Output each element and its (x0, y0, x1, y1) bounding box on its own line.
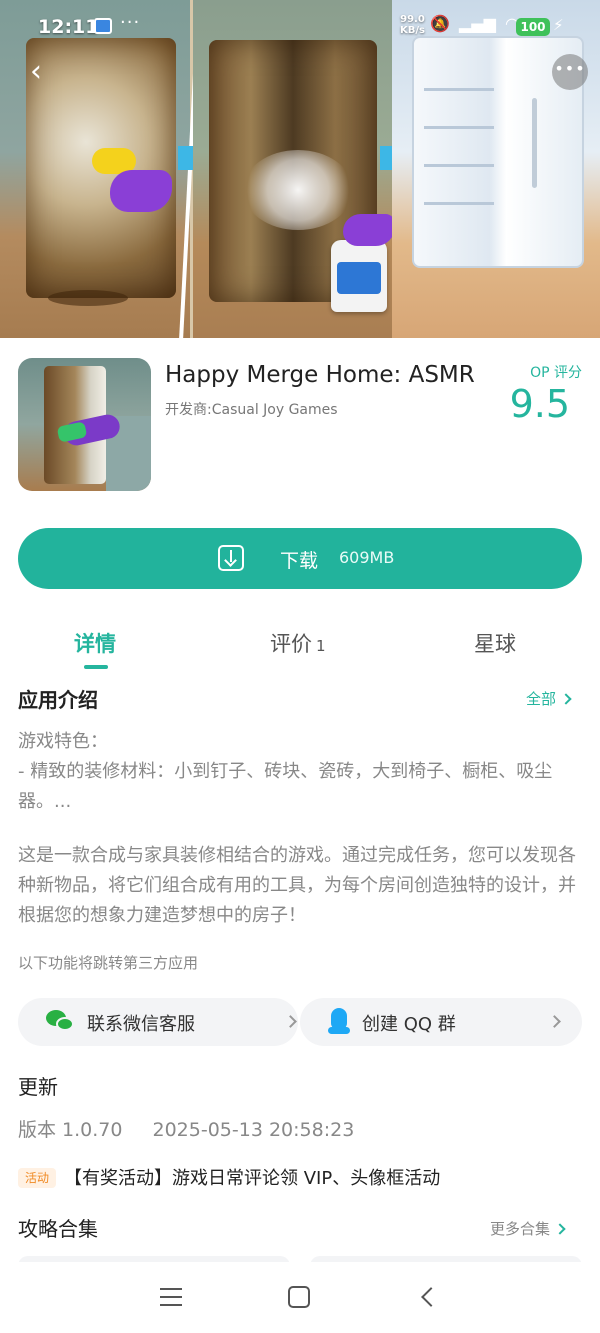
app-detail-page: 12:11 ··· 99.0 KB/s 🔕 ▂▄▆ ◠ 100 ⚡ ‹ ••• … (0, 0, 600, 1333)
download-icon (218, 545, 244, 571)
status-more-dots: ··· (120, 12, 141, 33)
tab-planet[interactable]: 星球 (474, 628, 516, 658)
download-button[interactable]: 下载 609MB (18, 528, 582, 589)
tab-active-indicator (84, 665, 108, 669)
tab-planet-label: 星球 (474, 632, 516, 656)
glove-icon (110, 170, 172, 212)
app-icon (18, 358, 151, 491)
system-back-button[interactable] (421, 1287, 441, 1307)
signal-icon: ▂▄▆ (459, 14, 496, 33)
chevron-left-icon: ‹ (30, 54, 42, 89)
intro-features[interactable]: 游戏特色： - 精致的装修材料：小到钉子、砖块、瓷砖，大到椅子、橱柜、吸尘器。.… (18, 727, 588, 817)
wechat-service-button[interactable]: 联系微信客服 (18, 998, 298, 1046)
more-dots-icon: ••• (554, 59, 586, 78)
wechat-service-label: 联系微信客服 (87, 1014, 195, 1035)
guides-more-link[interactable]: 更多合集 (490, 1218, 566, 1239)
glove-icon (343, 214, 395, 246)
system-nav-bar (0, 1262, 600, 1333)
create-qq-group-button[interactable]: 创建 QQ 群 (300, 998, 582, 1046)
hero-panel-cleaning-fridge (193, 0, 405, 338)
hero-banner[interactable]: 12:11 ··· 99.0 KB/s 🔕 ▂▄▆ ◠ 100 ⚡ ‹ ••• (0, 0, 600, 338)
qq-icon (328, 1008, 350, 1036)
update-title: 更新 (18, 1075, 58, 1099)
tab-details-label: 详情 (74, 632, 116, 656)
feature-line: - 精致的装修材料：小到钉子、砖块、瓷砖，大到椅子、橱柜、吸尘器。... (18, 761, 553, 812)
status-time: 12:11 (38, 16, 99, 38)
battery-icon: 100 (516, 18, 550, 36)
charging-icon: ⚡ (553, 16, 564, 34)
download-label: 下载 (280, 550, 319, 572)
guides-more-label: 更多合集 (490, 1220, 551, 1238)
hero-panel-dirty-fridge (0, 0, 190, 338)
back-button[interactable]: ‹ (18, 54, 54, 90)
feature-heading: 游戏特色： (18, 731, 108, 752)
developer-name: 开发商:Casual Joy Games (165, 402, 338, 418)
intro-title: 应用介绍 (18, 688, 98, 712)
home-button[interactable] (288, 1286, 310, 1308)
hero-panel-clean-fridge (392, 0, 600, 338)
intro-more-link[interactable]: 全部 (526, 688, 572, 709)
update-date: 2025-05-13 20:58:23 (152, 1119, 355, 1141)
notification-app-icon (94, 18, 112, 34)
tab-details[interactable]: 详情 (74, 628, 116, 658)
wechat-icon (46, 1010, 74, 1034)
floor-stain (48, 290, 128, 306)
download-size: 609MB (339, 548, 395, 567)
mute-icon: 🔕 (430, 14, 450, 33)
event-badge: 活动 (18, 1168, 56, 1188)
chevron-right-icon (560, 693, 572, 705)
qq-group-label: 创建 QQ 群 (362, 1014, 456, 1035)
intro-more-label: 全部 (526, 690, 557, 708)
chevron-right-icon (554, 1223, 566, 1235)
recents-button[interactable] (160, 1288, 182, 1306)
more-button[interactable]: ••• (552, 54, 588, 90)
version-info: 版本 1.0.70 2025-05-13 20:58:23 (18, 1115, 354, 1142)
signal-wifi-icons: 🔕 ▂▄▆ ◠ (430, 14, 519, 33)
guides-title: 攻略合集 (18, 1217, 98, 1241)
tab-reviews[interactable]: 评价 1 (270, 628, 326, 658)
third-party-note: 以下功能将跳转第三方应用 (18, 954, 199, 972)
network-speed-value: 99.0 (400, 14, 425, 25)
network-speed-unit: KB/s (400, 25, 425, 36)
spray-bottle-icon (331, 240, 387, 312)
tab-reviews-label: 评价 (270, 632, 312, 656)
score-label: OP 评分 (530, 365, 582, 381)
intro-description: 这是一款合成与家具装修相结合的游戏。通过完成任务，您可以发现各种新物品，将它们组… (18, 845, 576, 926)
event-link[interactable]: 【有奖活动】游戏日常评论领 VIP、头像框活动 (64, 1164, 440, 1190)
score-value: 9.5 (509, 382, 570, 426)
spray-mist (243, 150, 353, 230)
app-title: Happy Merge Home: ASMR (165, 362, 475, 388)
version-number: 版本 1.0.70 (18, 1119, 123, 1141)
chevron-right-icon (548, 1015, 561, 1028)
tab-reviews-count: 1 (316, 637, 326, 655)
chevron-right-icon (284, 1015, 297, 1028)
network-speed: 99.0 KB/s (400, 14, 425, 36)
